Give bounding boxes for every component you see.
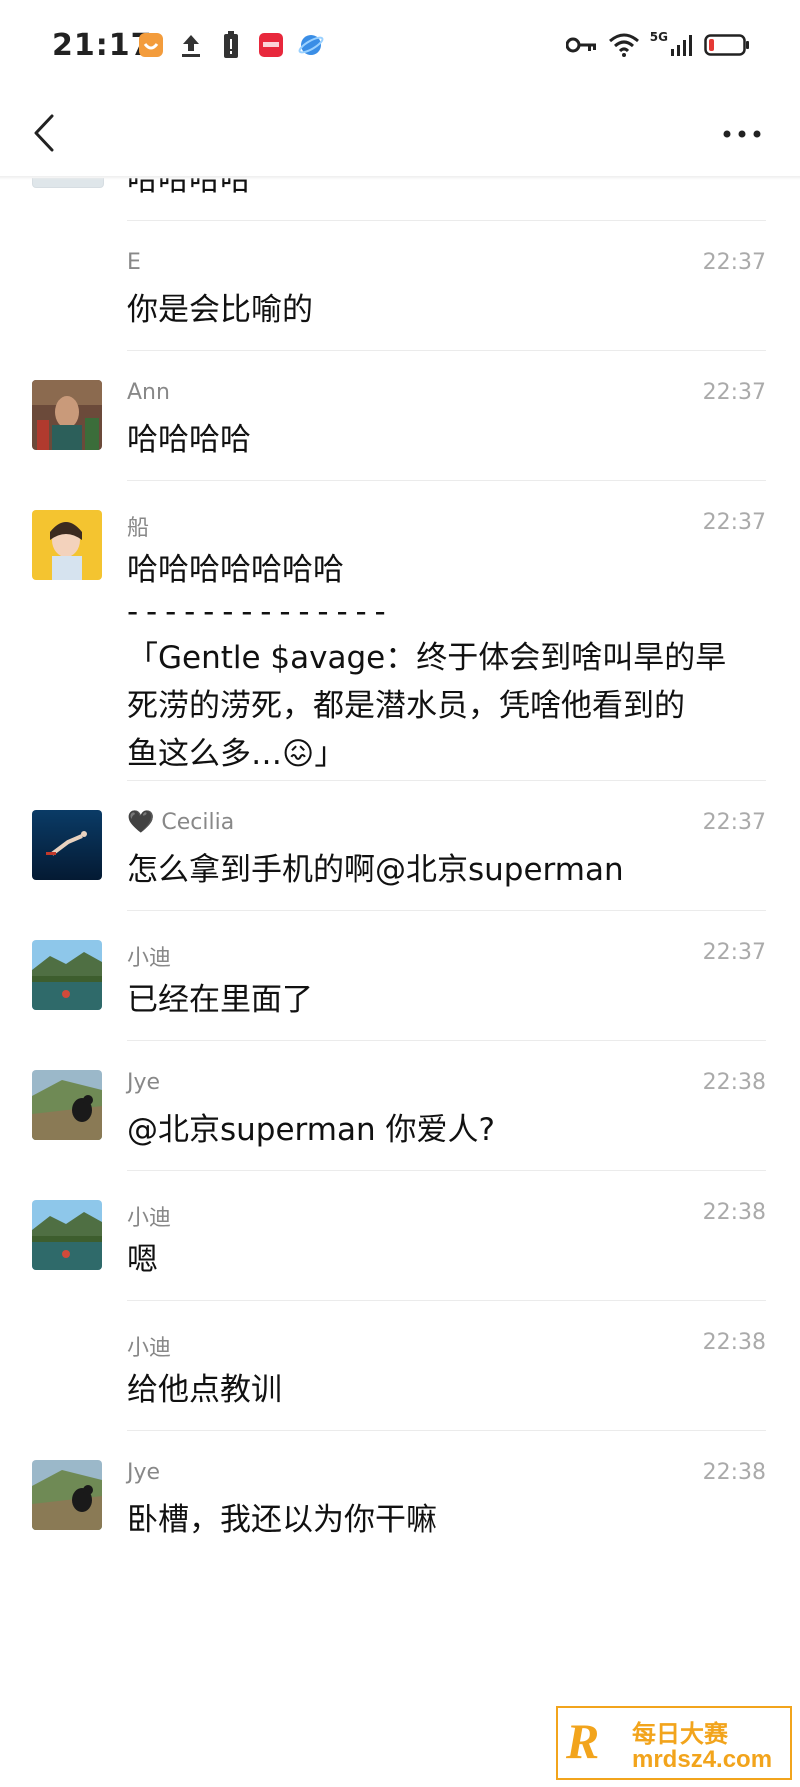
message-time: 22:37 (702, 940, 766, 965)
battery-low-icon (704, 30, 750, 60)
sender-name[interactable]: 小迪 (127, 940, 171, 972)
status-icons-left (136, 30, 326, 60)
message-text: 卧槽，我还以为你干嘛 (127, 1502, 437, 1538)
key-icon (565, 30, 598, 60)
watermark: R 每日大赛 mrdsz4.com (556, 1706, 792, 1780)
avatar[interactable] (32, 810, 102, 880)
signal-icon: 5G (650, 30, 694, 60)
avatar[interactable] (32, 380, 102, 450)
quote-line: 鱼这么多…😖」 (127, 736, 346, 772)
back-button[interactable] (24, 108, 64, 158)
upload-icon (176, 30, 206, 60)
sender-name[interactable]: 🖤 Cecilia (127, 810, 234, 835)
list-item[interactable]: E 22:37 你是会比喻的 (0, 220, 800, 350)
message-time: 22:37 (702, 510, 766, 535)
message-time: 22:38 (702, 1460, 766, 1485)
sender-name[interactable]: 船 (127, 510, 149, 542)
app-notification-icon (136, 30, 166, 60)
sender-name[interactable]: 小迪 (127, 1200, 171, 1232)
network-type-label: 5G (649, 30, 668, 44)
message-text: 怎么拿到手机的啊@北京superman (127, 852, 624, 888)
message-text: 已经在里面了 (127, 982, 313, 1018)
quote-separator: - - - - - - - - - - - - - - - (127, 594, 387, 630)
watermark-logo: R (566, 1713, 600, 1769)
list-item[interactable]: 小迪 22:38 给他点教训 (0, 1300, 800, 1430)
sender-name[interactable]: Ann (127, 380, 170, 405)
message-time: 22:38 (702, 1070, 766, 1095)
browser-icon (296, 30, 326, 60)
avatar[interactable] (32, 1070, 102, 1140)
message-text: 你是会比喻的 (127, 292, 313, 328)
avatar[interactable] (32, 1460, 102, 1530)
list-item[interactable]: 小迪 22:37 已经在里面了 (0, 910, 800, 1040)
message-text: 嗯 (127, 1242, 158, 1278)
sender-name[interactable]: Jye (127, 1070, 160, 1095)
message-time: 22:38 (702, 1200, 766, 1225)
message-time: 22:37 (702, 810, 766, 835)
status-icons-right: 5G (565, 30, 750, 60)
list-item[interactable]: Ann 22:37 哈哈哈哈 (0, 350, 800, 480)
quote-line: 「Gentle $avage：终于体会到啥叫旱的旱 (127, 640, 727, 676)
sender-name[interactable]: 小迪 (127, 1330, 171, 1362)
sender-name[interactable]: Jye (127, 1460, 160, 1485)
more-button[interactable] (712, 110, 772, 158)
chevron-left-icon (34, 114, 54, 152)
message-text: 哈哈哈哈 (127, 422, 251, 458)
avatar[interactable] (32, 940, 102, 1010)
message-text: @北京superman 你爱人? (127, 1112, 495, 1148)
nav-shadow (0, 176, 800, 180)
status-bar: 21:17 5G (0, 0, 800, 90)
app-icon (256, 30, 286, 60)
quote-line: 死涝的涝死，都是潜水员，凭啥他看到的 (127, 688, 685, 724)
alert-icon (216, 30, 246, 60)
list-item[interactable]: 🖤 Cecilia 22:37 怎么拿到手机的啊@北京superman (0, 780, 800, 910)
message-text: 哈哈哈哈哈哈哈 (127, 552, 344, 588)
wifi-icon (608, 30, 640, 60)
more-dots-icon (723, 130, 761, 138)
message-text: 给他点教训 (127, 1372, 282, 1408)
message-time: 22:37 (702, 250, 766, 275)
message-time: 22:38 (702, 1330, 766, 1355)
nav-bar (0, 90, 800, 178)
list-item[interactable]: Jye 22:38 @北京superman 你爱人? (0, 1040, 800, 1170)
watermark-url: mrdsz4.com (632, 1746, 773, 1773)
list-item[interactable]: 小迪 22:38 嗯 (0, 1170, 800, 1300)
message-time: 22:37 (702, 380, 766, 405)
avatar[interactable] (32, 1200, 102, 1270)
watermark-title: 每日大赛 (632, 1720, 728, 1748)
list-item[interactable]: Jye 22:38 卧槽，我还以为你干嘛 (0, 1430, 800, 1560)
avatar[interactable] (32, 510, 102, 580)
sender-name[interactable]: E (127, 250, 141, 275)
list-item[interactable]: 船 22:37 哈哈哈哈哈哈哈 - - - - - - - - - - - - … (0, 480, 800, 780)
